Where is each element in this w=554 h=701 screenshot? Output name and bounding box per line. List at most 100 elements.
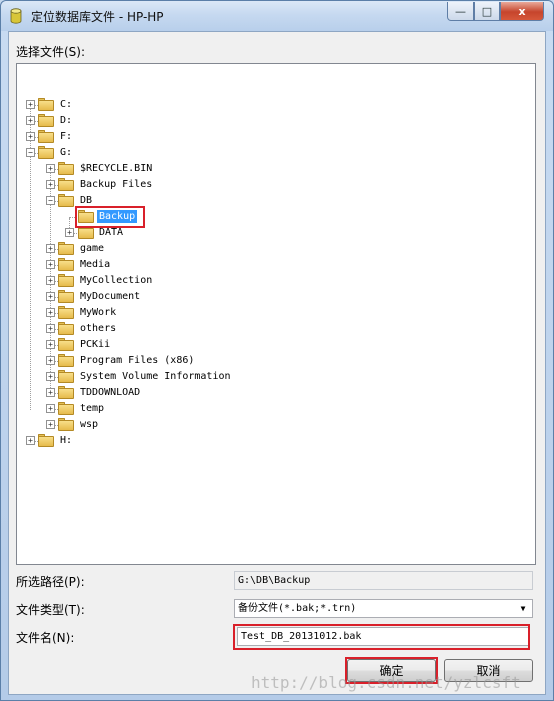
tree-node-d[interactable]: + D:: [17, 113, 517, 129]
expand-icon[interactable]: +: [26, 116, 35, 125]
close-icon: x: [518, 4, 526, 18]
tree-node-tddownload[interactable]: + TDDOWNLOAD: [17, 385, 517, 401]
tree-node-others[interactable]: + others: [17, 321, 517, 337]
tree-node-program-files-x86[interactable]: + Program Files (x86): [17, 353, 517, 369]
tree-node-label: temp: [80, 403, 105, 414]
expand-icon[interactable]: +: [46, 404, 55, 413]
tree-node-label: game: [80, 243, 105, 254]
folder-icon: [58, 242, 74, 255]
tree-node-label: C:: [60, 99, 73, 110]
tree-node-label: MyCollection: [80, 275, 153, 286]
path-field: G:\DB\Backup: [234, 571, 533, 590]
tree-node-label: F:: [60, 131, 73, 142]
tree-node-mycollection[interactable]: + MyCollection: [17, 273, 517, 289]
expand-icon[interactable]: +: [65, 228, 74, 237]
file-type-select[interactable]: 备份文件(*.bak;*.trn) ▼: [234, 599, 533, 618]
tree-node-mydocument[interactable]: + MyDocument: [17, 289, 517, 305]
expand-icon[interactable]: +: [46, 292, 55, 301]
tree-node-backup-files[interactable]: + Backup Files: [17, 177, 517, 193]
tree-node-label: others: [80, 323, 117, 334]
database-icon: [10, 8, 22, 24]
folder-icon: [58, 418, 74, 431]
tree-node-label: wsp: [80, 419, 99, 430]
dialog-body: 选择文件(S): + C: + D: + F: − G: + $RECYCLE.BIN + Backu…: [8, 31, 546, 695]
expand-icon[interactable]: +: [46, 260, 55, 269]
expand-icon[interactable]: +: [46, 420, 55, 429]
chevron-down-icon[interactable]: ▼: [515, 601, 531, 616]
tree-node-label: PCKii: [80, 339, 111, 350]
folder-icon: [58, 354, 74, 367]
tree-node-c[interactable]: + C:: [17, 97, 517, 113]
folder-icon: [58, 338, 74, 351]
title-bar[interactable]: 定位数据库文件 - HP-HP — □ x: [1, 1, 553, 31]
file-name-label: 文件名(N):: [16, 631, 75, 645]
tree-node-f[interactable]: + F:: [17, 129, 517, 145]
collapse-icon[interactable]: −: [46, 196, 55, 205]
tree-node-label: Program Files (x86): [80, 355, 195, 366]
tree-node-label: D:: [60, 115, 73, 126]
folder-icon: [58, 386, 74, 399]
file-type-label: 文件类型(T):: [16, 603, 85, 617]
tree-node-label: MyDocument: [80, 291, 141, 302]
tree-node-label: H:: [60, 435, 73, 446]
path-label: 所选路径(P):: [16, 575, 85, 589]
select-file-label: 选择文件(S):: [16, 45, 86, 59]
expand-icon[interactable]: +: [46, 372, 55, 381]
expand-icon[interactable]: +: [26, 132, 35, 141]
tree-node-label: MyWork: [80, 307, 117, 318]
tree-node-recycle-bin[interactable]: + $RECYCLE.BIN: [17, 161, 517, 177]
folder-icon: [58, 290, 74, 303]
folder-icon: [38, 114, 54, 127]
folder-icon: [38, 130, 54, 143]
tree-node-label: Backup Files: [80, 179, 153, 190]
window-title: 定位数据库文件 - HP-HP: [31, 10, 164, 24]
tree-node-mywork[interactable]: + MyWork: [17, 305, 517, 321]
folder-icon: [58, 194, 74, 207]
tree-node-g[interactable]: − G:: [17, 145, 517, 161]
highlight-box-backup-folder: [75, 206, 145, 228]
expand-icon[interactable]: +: [46, 180, 55, 189]
watermark-text: http://blog.csdn.net/yzlcsft: [251, 673, 521, 692]
folder-icon: [58, 402, 74, 415]
minimize-icon: —: [455, 4, 466, 18]
minimize-button[interactable]: —: [447, 2, 474, 21]
tree-node-label: $RECYCLE.BIN: [80, 163, 153, 174]
tree-node-h[interactable]: + H:: [17, 433, 517, 449]
expand-icon[interactable]: +: [46, 356, 55, 365]
tree-node-game[interactable]: + game: [17, 241, 517, 257]
expand-icon[interactable]: +: [26, 436, 35, 445]
folder-icon: [58, 370, 74, 383]
expand-icon[interactable]: +: [46, 244, 55, 253]
folder-icon: [58, 322, 74, 335]
highlight-box-filename: [233, 624, 530, 650]
tree-node-system-volume-information[interactable]: + System Volume Information: [17, 369, 517, 385]
folder-tree[interactable]: + C: + D: + F: − G: + $RECYCLE.BIN + Backup Files − D…: [16, 63, 536, 565]
tree-node-media[interactable]: + Media: [17, 257, 517, 273]
maximize-button[interactable]: □: [474, 2, 500, 21]
expand-icon[interactable]: +: [46, 308, 55, 317]
folder-icon: [58, 258, 74, 271]
expand-icon[interactable]: +: [46, 276, 55, 285]
tree-node-wsp[interactable]: + wsp: [17, 417, 517, 433]
folder-icon: [58, 178, 74, 191]
expand-icon[interactable]: +: [46, 164, 55, 173]
tree-node-label: System Volume Information: [80, 371, 231, 382]
tree-node-label: G:: [60, 147, 73, 158]
folder-icon: [58, 306, 74, 319]
folder-icon: [38, 98, 54, 111]
folder-icon: [58, 274, 74, 287]
expand-icon[interactable]: +: [46, 340, 55, 349]
tree-node-pckii[interactable]: + PCKii: [17, 337, 517, 353]
close-button[interactable]: x: [500, 2, 544, 21]
tree-node-temp[interactable]: + temp: [17, 401, 517, 417]
tree-node-label: TDDOWNLOAD: [80, 387, 141, 398]
expand-icon[interactable]: +: [46, 324, 55, 333]
folder-icon: [38, 434, 54, 447]
dialog-window: 定位数据库文件 - HP-HP — □ x 选择文件(S): + C: + D: + F:…: [0, 0, 554, 701]
folder-icon: [58, 162, 74, 175]
file-type-value: 备份文件(*.bak;*.trn): [238, 603, 357, 614]
maximize-icon: □: [481, 4, 493, 18]
expand-icon[interactable]: +: [26, 100, 35, 109]
collapse-icon[interactable]: −: [26, 148, 35, 157]
expand-icon[interactable]: +: [46, 388, 55, 397]
